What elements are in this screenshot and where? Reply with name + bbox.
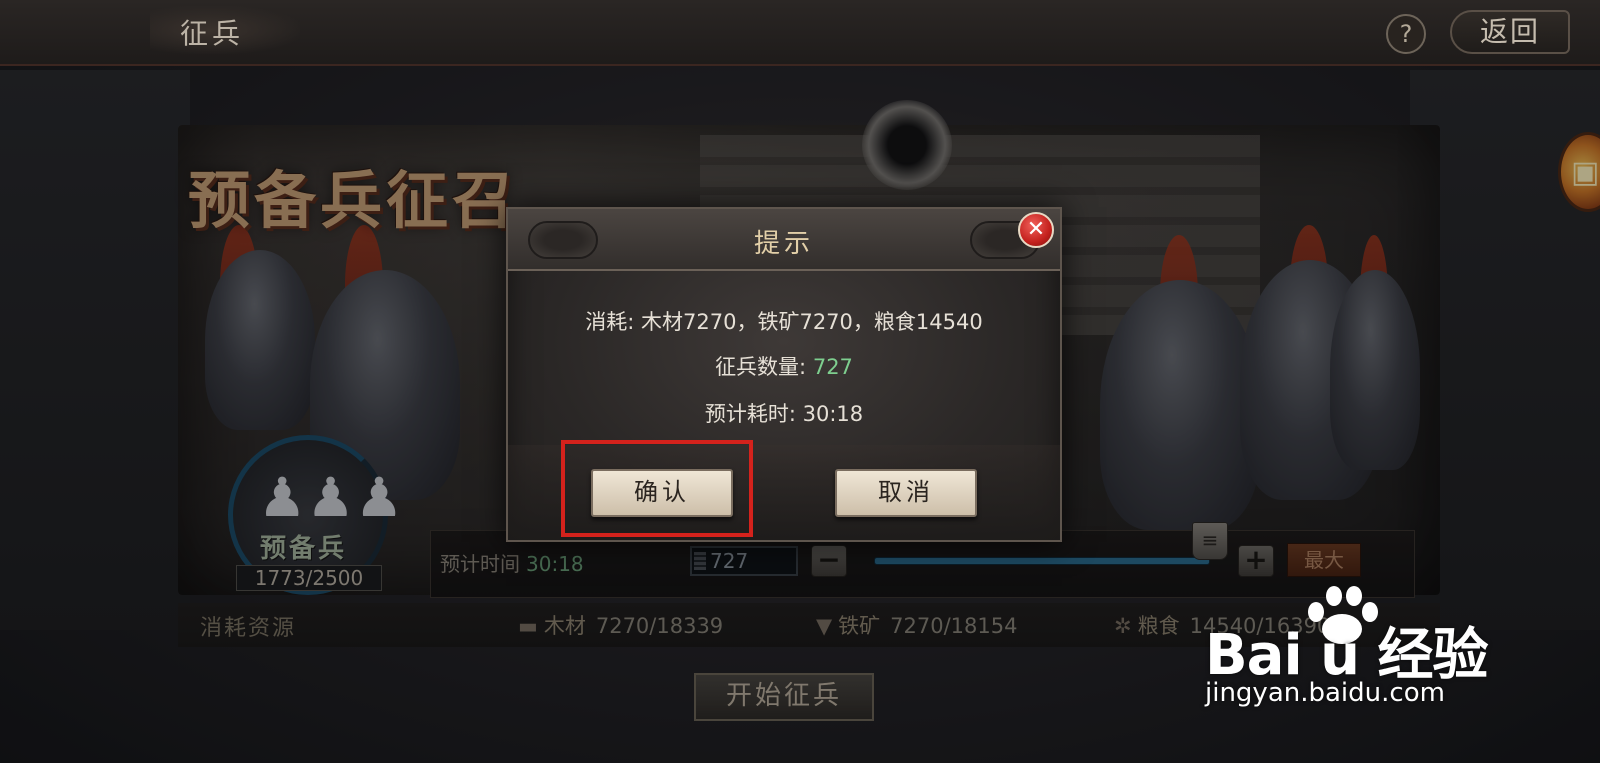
recruit-quantity-value: 727: [812, 355, 853, 379]
watermark-url: jingyan.baidu.com: [1205, 678, 1445, 708]
estimated-duration-text: 预计耗时: 30:18: [704, 402, 864, 426]
cost-text: 消耗: 木材7270，铁矿7270，粮食14540: [585, 310, 983, 334]
highlight-annotation: [561, 440, 753, 537]
baidu-watermark: Bai u 经验 jingyan.baidu.com: [1205, 580, 1505, 710]
page-title: 征兵: [180, 17, 245, 50]
top-bar: 征兵 ? 返回: [0, 0, 1600, 66]
cancel-button[interactable]: 取消: [835, 469, 977, 517]
recruit-quantity-text: 征兵数量: 727: [715, 355, 853, 379]
dialog-header: 提示: [508, 209, 1060, 271]
back-button[interactable]: 返回: [1450, 10, 1570, 54]
help-button[interactable]: ?: [1386, 14, 1426, 54]
close-button[interactable]: ✕: [1018, 212, 1054, 248]
dialog-title: 提示: [753, 229, 814, 259]
